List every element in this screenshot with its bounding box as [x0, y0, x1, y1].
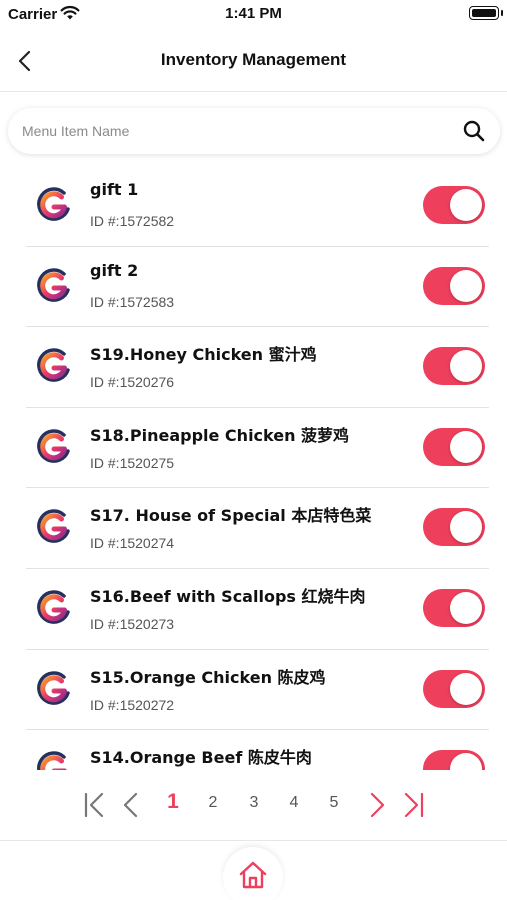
inventory-list: gift 1 ID #:1572582 gift 2 ID #:1572583 …: [0, 166, 507, 770]
list-item: gift 2 ID #:1572583: [26, 247, 489, 328]
brand-logo-icon: [34, 749, 74, 770]
prev-page-icon[interactable]: [120, 790, 142, 820]
last-page-icon[interactable]: [402, 790, 426, 820]
toggle-knob: [450, 753, 482, 770]
item-id: ID #:1572582: [90, 213, 175, 229]
status-time: 1:41 PM: [225, 5, 282, 22]
list-item: S19.Honey Chicken 蜜汁鸡 ID #:1520276: [26, 327, 489, 408]
brand-logo-icon: [34, 507, 74, 547]
availability-toggle[interactable]: [423, 347, 485, 386]
bottom-nav: [0, 840, 507, 900]
list-item: gift 1 ID #:1572582: [26, 166, 489, 247]
search-button[interactable]: [462, 119, 486, 143]
list-item: S17. House of Special 本店特色菜 ID #:1520274: [26, 488, 489, 569]
availability-toggle[interactable]: [423, 266, 485, 305]
item-id: ID #:1520273: [90, 615, 175, 632]
first-page-icon[interactable]: [82, 790, 106, 820]
item-id: ID #:1520272: [90, 696, 175, 713]
page-1[interactable]: 1: [161, 790, 185, 820]
availability-toggle[interactable]: [423, 427, 485, 466]
availability-toggle[interactable]: [423, 669, 485, 708]
list-item: S18.Pineapple Chicken 菠萝鸡 ID #:1520275: [26, 408, 489, 489]
item-name: S18.Pineapple Chicken 菠萝鸡: [90, 425, 350, 445]
list-item: S15.Orange Chicken 陈皮鸡 ID #:1520272: [26, 650, 489, 731]
page-2[interactable]: 2: [201, 794, 225, 824]
page-5[interactable]: 5: [322, 794, 346, 824]
item-id: ID #:1520275: [90, 454, 175, 471]
item-name: S15.Orange Chicken 陈皮鸡: [90, 667, 326, 687]
availability-toggle[interactable]: [423, 588, 485, 627]
toggle-knob: [450, 189, 482, 221]
status-bar: Carrier 1:41 PM: [0, 0, 507, 28]
item-name: S17. House of Special 本店特色菜: [90, 506, 372, 526]
search-icon: [463, 120, 485, 142]
item-id: ID #:1520276: [90, 374, 175, 391]
availability-toggle[interactable]: [423, 186, 485, 224]
item-name: S14.Orange Beef 陈皮牛肉: [90, 748, 312, 768]
availability-toggle[interactable]: [423, 508, 485, 547]
toggle-knob: [450, 430, 482, 463]
page-4[interactable]: 4: [282, 794, 306, 824]
list-item: S14.Orange Beef 陈皮牛肉: [26, 730, 489, 770]
brand-logo-icon: [34, 669, 74, 709]
item-name: S16.Beef with Scallops 红烧牛肉: [90, 586, 366, 606]
brand-logo-icon: [34, 427, 74, 467]
search-input[interactable]: [22, 108, 442, 154]
pagination: 1 2 3 4 5: [0, 780, 507, 830]
item-name: S19.Honey Chicken 蜜汁鸡: [90, 345, 317, 365]
toggle-knob: [450, 672, 482, 705]
brand-logo-icon: [34, 346, 74, 386]
toggle-knob: [450, 269, 482, 302]
brand-logo-icon: [34, 588, 74, 628]
nav-header: Inventory Management: [0, 30, 507, 92]
toggle-knob: [450, 511, 482, 544]
toggle-knob: [450, 350, 482, 383]
item-id: ID #:1520274: [90, 535, 175, 552]
availability-toggle[interactable]: [423, 750, 485, 770]
home-icon: [239, 861, 267, 889]
list-item: S16.Beef with Scallops 红烧牛肉 ID #:1520273: [26, 569, 489, 650]
toggle-knob: [450, 591, 482, 624]
search-bar: [8, 108, 500, 154]
next-page-icon[interactable]: [366, 790, 388, 820]
item-name: gift 1: [90, 180, 139, 199]
battery-icon: [469, 6, 503, 20]
page-title: Inventory Management: [160, 50, 347, 69]
item-id: ID #:1572583: [90, 293, 175, 310]
page-3[interactable]: 3: [242, 794, 266, 824]
brand-logo-icon: [34, 185, 74, 225]
home-button[interactable]: [223, 847, 283, 900]
brand-logo-icon: [34, 266, 74, 306]
item-name: gift 2: [90, 260, 139, 280]
